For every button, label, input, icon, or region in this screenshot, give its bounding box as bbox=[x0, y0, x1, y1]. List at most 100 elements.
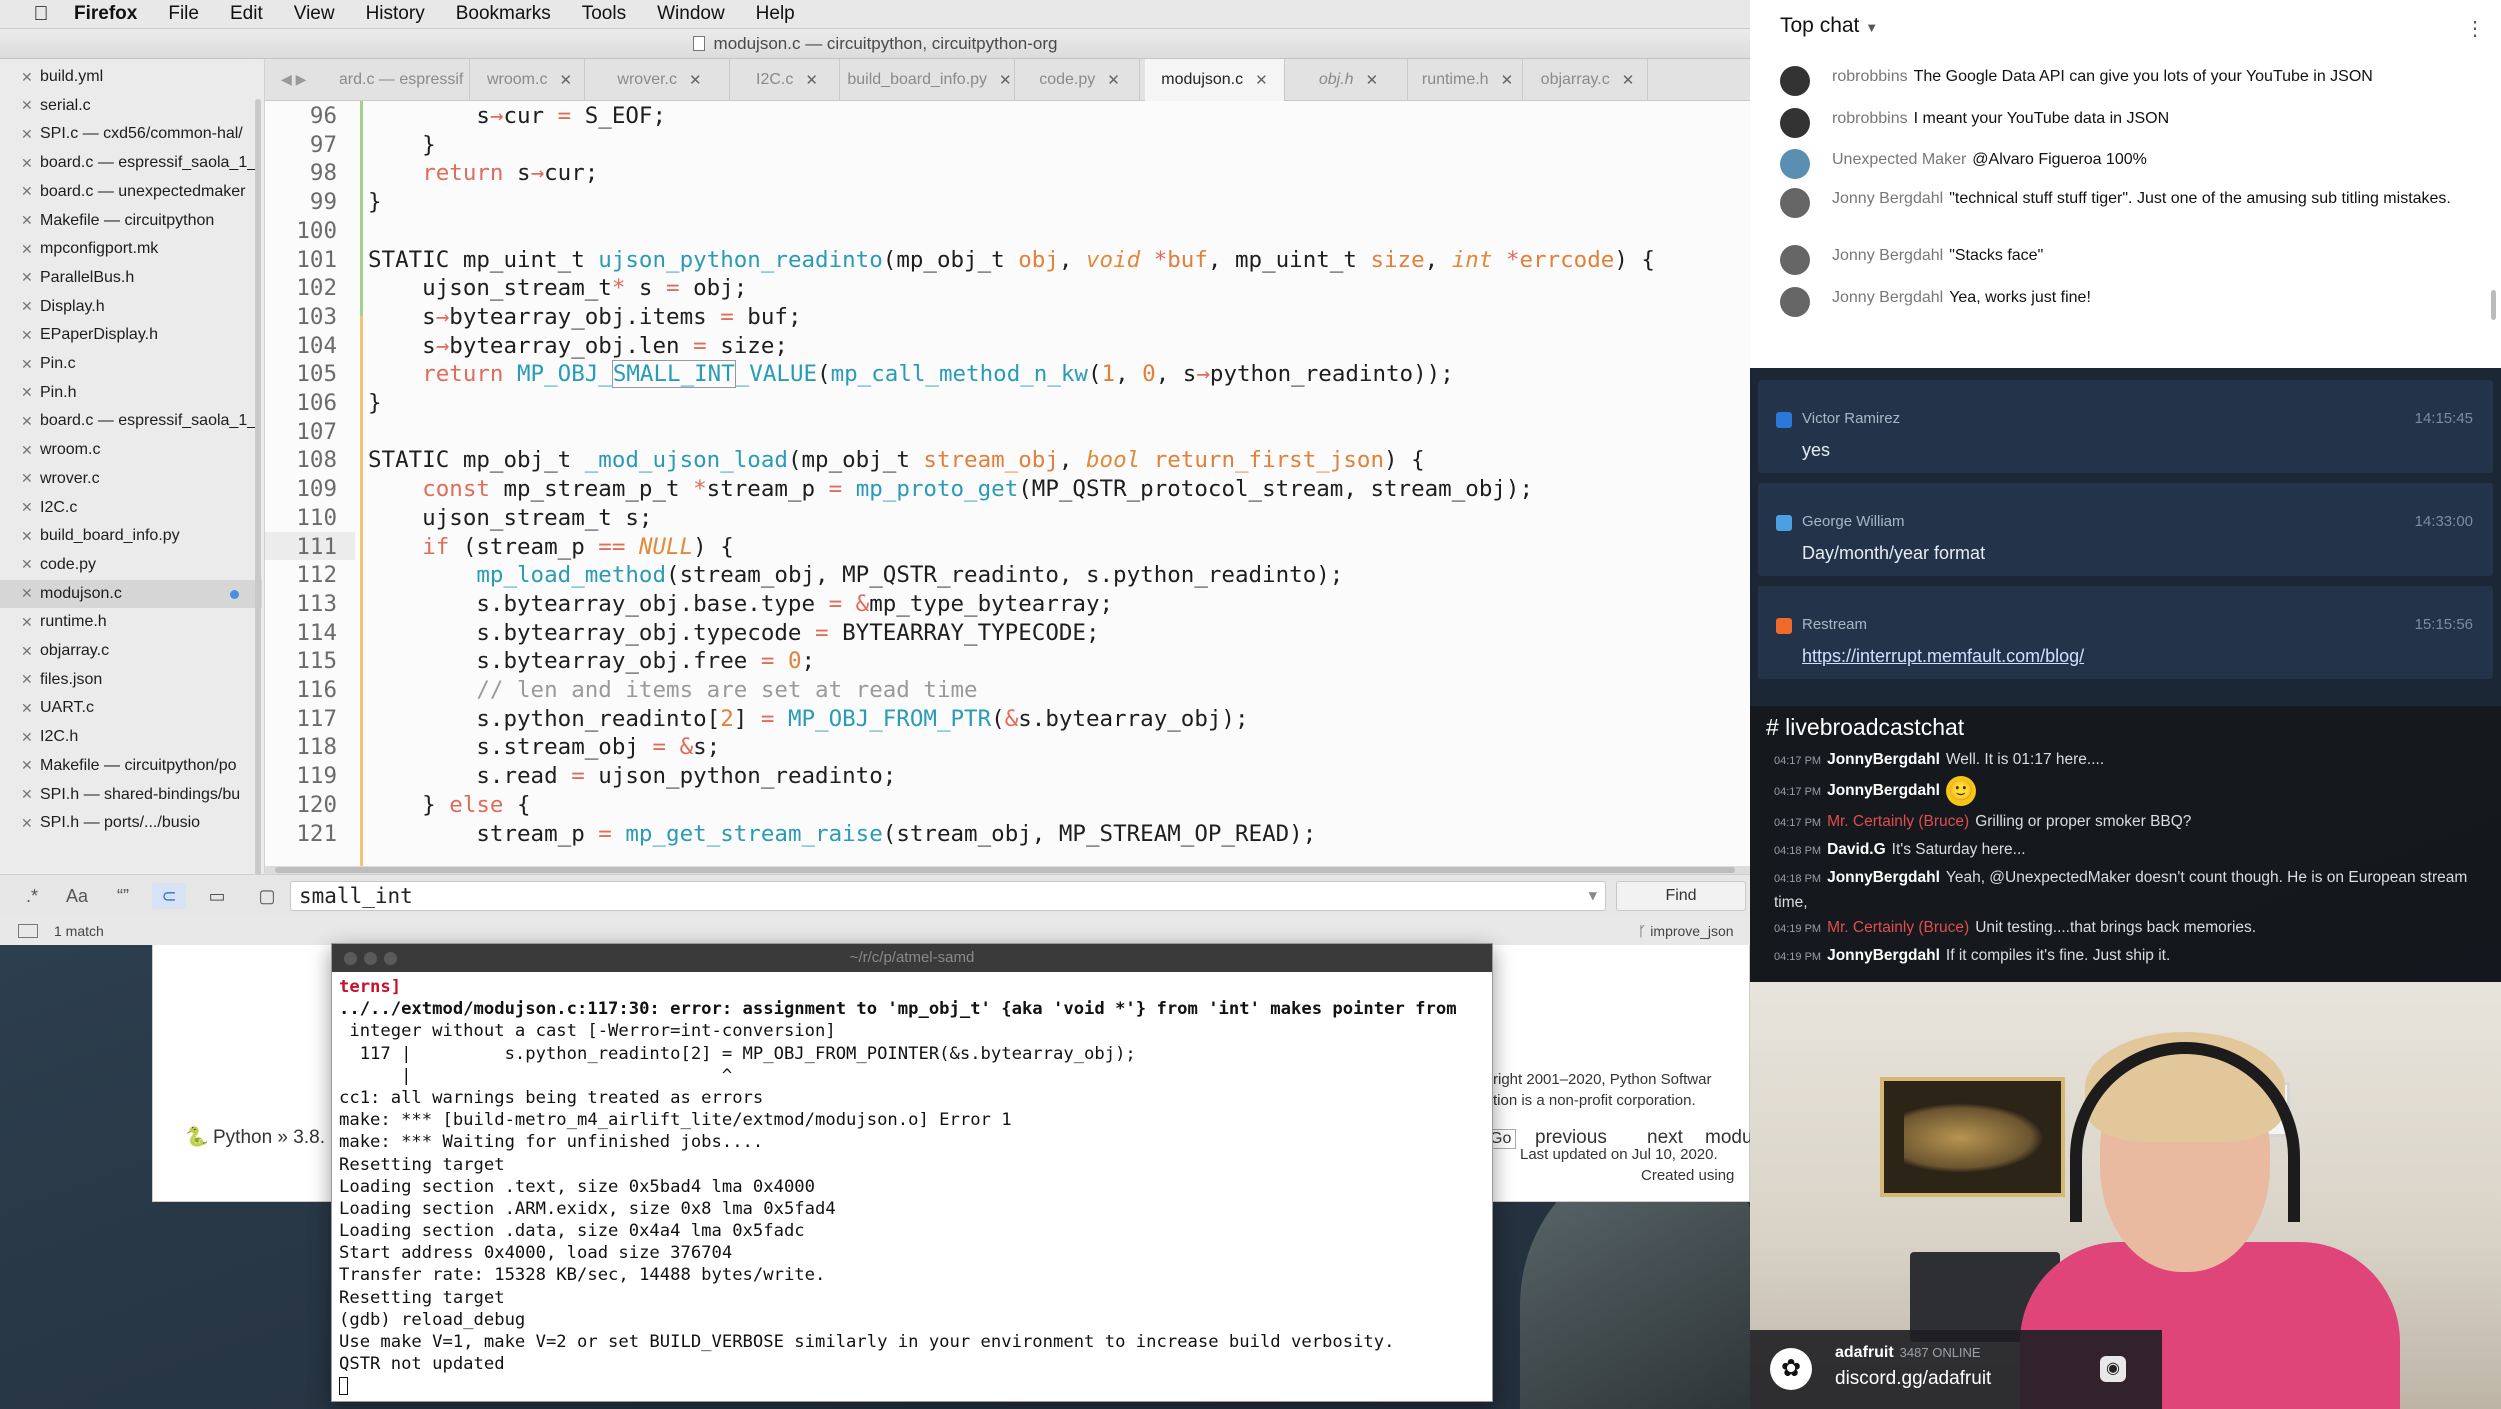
sidebar-file[interactable]: ✕ mpconfigport.mk bbox=[0, 235, 262, 263]
sidebar-file[interactable]: ✕ ParallelBus.h bbox=[0, 264, 262, 292]
close-tab-icon[interactable]: ✕ bbox=[805, 71, 818, 89]
discord-user[interactable]: Mr. Certainly (Bruce) bbox=[1827, 919, 1969, 936]
code-line[interactable]: STATIC mp_obj_t _mod_ujson_load(mp_obj_t… bbox=[368, 446, 1425, 475]
sidebar-file[interactable]: ✕ Makefile — circuitpython/po bbox=[0, 752, 262, 780]
code-line[interactable]: s.bytearray_obj.free = 0; bbox=[368, 647, 815, 676]
menu-help[interactable]: Help bbox=[756, 3, 795, 25]
sidebar-file[interactable]: ✕ board.c — espressif_saola_1_ bbox=[0, 149, 262, 177]
sidebar-scrollbar[interactable] bbox=[255, 99, 261, 879]
code-line[interactable]: // len and items are set at read time bbox=[368, 676, 977, 705]
terminal-output[interactable]: terns] ../../extmod/modujson.c:117:30: er… bbox=[339, 976, 1489, 1396]
sidebar-file[interactable]: ✕ I2C.c bbox=[0, 494, 262, 522]
sidebar-file[interactable]: ✕ Display.h bbox=[0, 293, 262, 321]
close-file-icon[interactable]: ✕ bbox=[21, 212, 35, 229]
close-file-icon[interactable]: ✕ bbox=[21, 298, 35, 315]
chat-author[interactable]: Jonny Bergdahl bbox=[1832, 190, 1943, 207]
close-file-icon[interactable]: ✕ bbox=[21, 97, 35, 114]
code-line[interactable]: STATIC mp_uint_t ujson_python_readinto(m… bbox=[368, 246, 1655, 275]
close-file-icon[interactable]: ✕ bbox=[21, 413, 35, 430]
sidebar-file[interactable]: ✕ EPaperDisplay.h bbox=[0, 321, 262, 349]
sidebar-file[interactable]: ✕ board.c — unexpectedmaker bbox=[0, 178, 262, 206]
close-file-icon[interactable]: ✕ bbox=[21, 356, 35, 373]
discord-user[interactable]: Mr. Certainly (Bruce) bbox=[1827, 813, 1969, 830]
code-line[interactable]: s→cur = S_EOF; bbox=[368, 102, 666, 131]
menu-history[interactable]: History bbox=[366, 3, 425, 25]
chat-author[interactable]: Jonny Bergdahl bbox=[1832, 247, 1943, 264]
code-line[interactable]: s.bytearray_obj.base.type = &mp_type_byt… bbox=[368, 590, 1113, 619]
close-file-icon[interactable]: ✕ bbox=[21, 585, 35, 602]
discord-user[interactable]: JonnyBergdahl bbox=[1827, 947, 1940, 964]
sidebar-file[interactable]: ✕ SPI.c — cxd56/common-hal/ bbox=[0, 120, 262, 148]
more-vert-icon[interactable]: ⋮ bbox=[2465, 16, 2485, 41]
close-file-icon[interactable]: ✕ bbox=[21, 183, 35, 200]
sidebar-file[interactable]: ✕ UART.c bbox=[0, 694, 262, 722]
close-file-icon[interactable]: ✕ bbox=[21, 126, 35, 143]
discord-user[interactable]: JonnyBergdahl bbox=[1827, 782, 1940, 799]
discord-user[interactable]: David.G bbox=[1827, 841, 1886, 858]
close-file-icon[interactable]: ✕ bbox=[21, 327, 35, 344]
editor-tab[interactable]: I2C.c ✕ bbox=[735, 59, 840, 101]
code-line[interactable]: s→bytearray_obj.items = buf; bbox=[368, 303, 801, 332]
close-file-icon[interactable]: ✕ bbox=[21, 499, 35, 516]
close-tab-icon[interactable]: ✕ bbox=[1501, 71, 1514, 89]
close-file-icon[interactable]: ✕ bbox=[21, 643, 35, 660]
chat-author[interactable]: Jonny Bergdahl bbox=[1832, 289, 1943, 306]
close-file-icon[interactable]: ✕ bbox=[21, 556, 35, 573]
editor-tab[interactable]: modujson.c ✕ bbox=[1145, 59, 1285, 101]
editor-tab[interactable]: wrover.c ✕ bbox=[590, 59, 730, 101]
close-file-icon[interactable]: ✕ bbox=[21, 786, 35, 803]
chat-author[interactable]: robrobbins bbox=[1832, 110, 1908, 127]
sidebar-file[interactable]: ✕ wrover.c bbox=[0, 465, 262, 493]
sidebar-file[interactable]: ✕ modujson.c bbox=[0, 579, 262, 608]
sidebar-file[interactable]: ✕ SPI.h — ports/.../busio bbox=[0, 809, 262, 837]
editor-tab[interactable]: objarray.c ✕ bbox=[1528, 59, 1648, 101]
sidebar-file[interactable]: ✕ runtime.h bbox=[0, 608, 262, 636]
sidebar-file[interactable]: ✕ serial.c bbox=[0, 92, 262, 120]
close-tab-icon[interactable]: ✕ bbox=[999, 71, 1012, 89]
top-chat-dropdown[interactable]: Top chat ▼ bbox=[1780, 14, 1878, 38]
whole-word-icon[interactable]: “” bbox=[106, 883, 140, 909]
code-line[interactable]: } bbox=[368, 131, 436, 160]
editor-tab[interactable]: wroom.c ✕ bbox=[475, 59, 585, 101]
code-line[interactable]: ujson_stream_t s; bbox=[368, 504, 652, 533]
chat-author[interactable]: robrobbins bbox=[1832, 68, 1908, 85]
code-line[interactable]: if (stream_p == NULL) { bbox=[368, 533, 734, 562]
editor-tab[interactable]: obj.h ✕ bbox=[1290, 59, 1408, 101]
editor-tab[interactable]: runtime.h ✕ bbox=[1413, 59, 1523, 101]
close-window-icon[interactable] bbox=[344, 952, 357, 965]
code-line[interactable]: stream_p = mp_get_stream_raise(stream_ob… bbox=[368, 820, 1316, 849]
code-line[interactable]: } bbox=[368, 188, 382, 217]
menu-file[interactable]: File bbox=[168, 3, 199, 25]
close-tab-icon[interactable]: ✕ bbox=[689, 71, 702, 89]
python-breadcrumb[interactable]: Python » 3.8. bbox=[213, 1127, 325, 1149]
find-button[interactable]: Find bbox=[1616, 881, 1746, 911]
case-sensitive-icon[interactable]: Aa bbox=[60, 883, 94, 909]
close-file-icon[interactable]: ✕ bbox=[21, 729, 35, 746]
close-file-icon[interactable]: ✕ bbox=[21, 700, 35, 717]
sidebar-file[interactable]: ✕ build.yml bbox=[0, 63, 262, 91]
discord-user[interactable]: JonnyBergdahl bbox=[1827, 869, 1940, 886]
close-tab-icon[interactable]: ✕ bbox=[1255, 71, 1268, 89]
code-line[interactable]: s.bytearray_obj.typecode = BYTEARRAY_TYP… bbox=[368, 619, 1099, 648]
close-file-icon[interactable]: ✕ bbox=[21, 528, 35, 545]
menu-tools[interactable]: Tools bbox=[582, 3, 626, 25]
code-line[interactable]: } bbox=[368, 389, 382, 418]
close-file-icon[interactable]: ✕ bbox=[21, 614, 35, 631]
sidebar-file[interactable]: ✕ board.c — espressif_saola_1_ bbox=[0, 407, 262, 435]
sidebar-file[interactable]: ✕ Makefile — circuitpython bbox=[0, 207, 262, 235]
sidebar-file[interactable]: ✕ SPI.h — shared-bindings/bu bbox=[0, 781, 262, 809]
code-line[interactable]: s.stream_obj = &s; bbox=[368, 733, 720, 762]
sidebar-file[interactable]: ✕ code.py bbox=[0, 551, 262, 579]
sidebar-file[interactable]: ✕ wroom.c bbox=[0, 436, 262, 464]
sidebar-file[interactable]: ✕ Pin.h bbox=[0, 379, 262, 407]
chevron-down-icon[interactable]: ▼ bbox=[1589, 882, 1597, 910]
menu-edit[interactable]: Edit bbox=[230, 3, 263, 25]
close-file-icon[interactable]: ✕ bbox=[21, 384, 35, 401]
code-line[interactable]: s.python_readinto[2] = MP_OBJ_FROM_PTR(&… bbox=[368, 705, 1248, 734]
close-file-icon[interactable]: ✕ bbox=[21, 815, 35, 832]
wrap-icon[interactable]: ⊂ bbox=[152, 883, 186, 909]
close-file-icon[interactable]: ✕ bbox=[21, 470, 35, 487]
tab-nav-arrows-icon[interactable]: ◀ ▶ bbox=[281, 71, 306, 88]
menu-view[interactable]: View bbox=[294, 3, 335, 25]
close-tab-icon[interactable]: ✕ bbox=[1622, 71, 1635, 89]
